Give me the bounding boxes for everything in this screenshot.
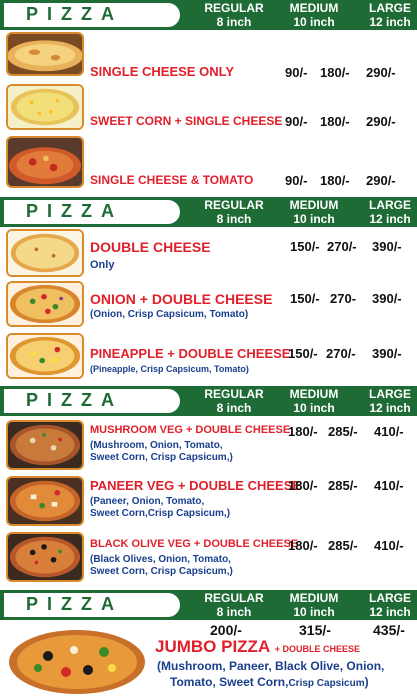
regular-column-header: REGULAR 8 inch xyxy=(204,591,264,619)
large-price: 410/- xyxy=(374,424,404,439)
large-column-header: LARGE 12 inch xyxy=(369,1,411,29)
section-title-pill: PIZZA xyxy=(4,593,180,617)
large-price: 390/- xyxy=(372,346,402,361)
item-name: SWEET CORN + SINGLE CHEESE xyxy=(90,114,283,128)
medium-price: 270- xyxy=(330,291,357,306)
regular-column-header: REGULAR 8 inch xyxy=(204,1,264,29)
item-description-line-1: (Mushroom, Paneer, Black Olive, Onion, xyxy=(157,659,385,673)
medium-price: 180/- xyxy=(320,114,350,129)
large-price: 410/- xyxy=(374,538,404,553)
medium-price: 180/- xyxy=(320,173,350,188)
section-title-pill: PIZZA xyxy=(4,200,180,224)
item-name: MUSHROOM VEG + DOUBLE CHEESE xyxy=(90,424,291,436)
menu-item: PINEAPPLE + DOUBLE CHEESE (Pineapple, Cr… xyxy=(0,333,417,383)
section-header: PIZZA REGULAR 8 inch MEDIUM 10 inch LARGE 1… xyxy=(0,197,417,227)
menu-section-3: PIZZA REGULAR 8 inch MEDIUM 10 inch LARGE 1… xyxy=(0,386,417,586)
pizza-image xyxy=(6,84,84,130)
regular-price: 150/- xyxy=(290,239,320,254)
item-description: (Black Olives, Onion, Tomato, Sweet Corn,… xyxy=(90,554,233,577)
pizza-image xyxy=(6,420,84,470)
item-name: JUMBO PIZZA xyxy=(155,637,271,656)
large-price: 390/- xyxy=(372,291,402,306)
regular-price: 90/- xyxy=(285,114,308,129)
menu-item: DOUBLE CHEESE Only 150/- 270/- 390/- xyxy=(0,229,417,279)
pizza-image xyxy=(6,136,84,188)
regular-price: 200/- xyxy=(210,622,242,638)
section-title: PIZZA xyxy=(26,594,123,614)
medium-column-header: MEDIUM 10 inch xyxy=(289,198,339,226)
pizza-image xyxy=(6,476,84,526)
medium-column-header: MEDIUM 10 inch xyxy=(289,1,339,29)
large-price: 410/- xyxy=(374,478,404,493)
menu-section-4: PIZZA REGULAR 8 inch MEDIUM 10 inch LARGE 1… xyxy=(0,590,417,700)
item-name: PANEER VEG + DOUBLE CHEESE xyxy=(90,478,302,493)
item-description: (Onion, Crisp Capsicum, Tomato) xyxy=(90,309,249,320)
section-title: PIZZA xyxy=(26,390,123,410)
regular-price: 180/- xyxy=(288,538,318,553)
menu-item: BLACK OLIVE VEG + DOUBLE CHEESE (Black O… xyxy=(0,532,417,586)
large-price: 290/- xyxy=(366,114,396,129)
medium-price: 285/- xyxy=(328,424,358,439)
item-name: PINEAPPLE + DOUBLE CHEESE xyxy=(90,346,291,361)
pizza-image xyxy=(6,281,84,327)
regular-price: 150/- xyxy=(290,291,320,306)
item-description-line-2: Tomato, Sweet Corn,Crisp Capsicum) xyxy=(170,675,369,689)
menu-section-2: PIZZA REGULAR 8 inch MEDIUM 10 inch LARGE 1… xyxy=(0,197,417,385)
item-name: BLACK OLIVE VEG + DOUBLE CHEESE xyxy=(90,538,299,550)
large-price: 435/- xyxy=(373,622,405,638)
pizza-image xyxy=(6,333,84,379)
medium-price: 285/- xyxy=(328,538,358,553)
menu-item: SINGLE CHEESE ONLY 90/- 180/- 290/- xyxy=(0,30,417,80)
medium-price: 180/- xyxy=(320,65,350,80)
item-name: SINGLE CHEESE ONLY xyxy=(90,64,234,79)
menu-item: SWEET CORN + SINGLE CHEESE 90/- 180/- 29… xyxy=(0,82,417,134)
pizza-image xyxy=(6,532,84,582)
regular-price: 180/- xyxy=(288,478,318,493)
regular-column-header: REGULAR 8 inch xyxy=(204,198,264,226)
medium-price: 270/- xyxy=(327,239,357,254)
regular-column-header: REGULAR 8 inch xyxy=(204,387,264,415)
jumbo-pizza-image xyxy=(8,626,146,696)
pizza-image xyxy=(6,229,84,277)
section-header: PIZZA REGULAR 8 inch MEDIUM 10 inch LARGE 1… xyxy=(0,0,417,30)
item-description: (Paneer, Onion, Tomato, Sweet Corn,Crisp … xyxy=(90,496,231,519)
regular-price: 90/- xyxy=(285,65,308,80)
medium-column-header: MEDIUM 10 inch xyxy=(289,387,339,415)
menu-item: MUSHROOM VEG + DOUBLE CHEESE (Mushroom, … xyxy=(0,420,417,474)
medium-price: 285/- xyxy=(328,478,358,493)
section-title-pill: PIZZA xyxy=(4,389,180,413)
section-title: PIZZA xyxy=(26,4,123,24)
jumbo-item: 200/- 315/- 435/- JUMBO PIZZA + DOUBLE C… xyxy=(0,622,417,700)
jumbo-title: JUMBO PIZZA + DOUBLE CHEESE xyxy=(155,637,360,657)
large-price: 290/- xyxy=(366,65,396,80)
regular-price: 150/- xyxy=(288,346,318,361)
menu-item: SINGLE CHEESE & TOMATO 90/- 180/- 290/- xyxy=(0,136,417,192)
regular-price: 180/- xyxy=(288,424,318,439)
medium-price: 270/- xyxy=(326,346,356,361)
large-price: 390/- xyxy=(372,239,402,254)
item-description: (Mushroom, Onion, Tomato, Sweet Corn, Cri… xyxy=(90,440,233,463)
large-column-header: LARGE 12 inch xyxy=(369,591,411,619)
large-column-header: LARGE 12 inch xyxy=(369,387,411,415)
pizza-menu: PIZZA REGULAR 8 inch MEDIUM 10 inch LARGE 1… xyxy=(0,0,417,700)
section-header: PIZZA REGULAR 8 inch MEDIUM 10 inch LARGE 1… xyxy=(0,590,417,620)
section-header: PIZZA REGULAR 8 inch MEDIUM 10 inch LARGE 1… xyxy=(0,386,417,416)
item-name: ONION + DOUBLE CHEESE xyxy=(90,291,273,307)
item-name: DOUBLE CHEESE xyxy=(90,239,211,255)
item-suffix: + DOUBLE CHEESE xyxy=(274,644,360,654)
large-column-header: LARGE 12 inch xyxy=(369,198,411,226)
item-description: (Pineapple, Crisp Capsicum, Tomato) xyxy=(90,364,249,374)
section-title-pill: PIZZA xyxy=(4,3,180,27)
menu-section-1: PIZZA REGULAR 8 inch MEDIUM 10 inch LARGE 1… xyxy=(0,0,417,195)
large-price: 290/- xyxy=(366,173,396,188)
pizza-image xyxy=(6,32,84,76)
medium-column-header: MEDIUM 10 inch xyxy=(289,591,339,619)
menu-item: PANEER VEG + DOUBLE CHEESE (Paneer, Onio… xyxy=(0,476,417,530)
regular-price: 90/- xyxy=(285,173,308,188)
medium-price: 315/- xyxy=(299,622,331,638)
item-description: Only xyxy=(90,259,115,271)
section-title: PIZZA xyxy=(26,201,123,221)
menu-item: ONION + DOUBLE CHEESE (Onion, Crisp Caps… xyxy=(0,281,417,331)
item-name: SINGLE CHEESE & TOMATO xyxy=(90,173,254,187)
